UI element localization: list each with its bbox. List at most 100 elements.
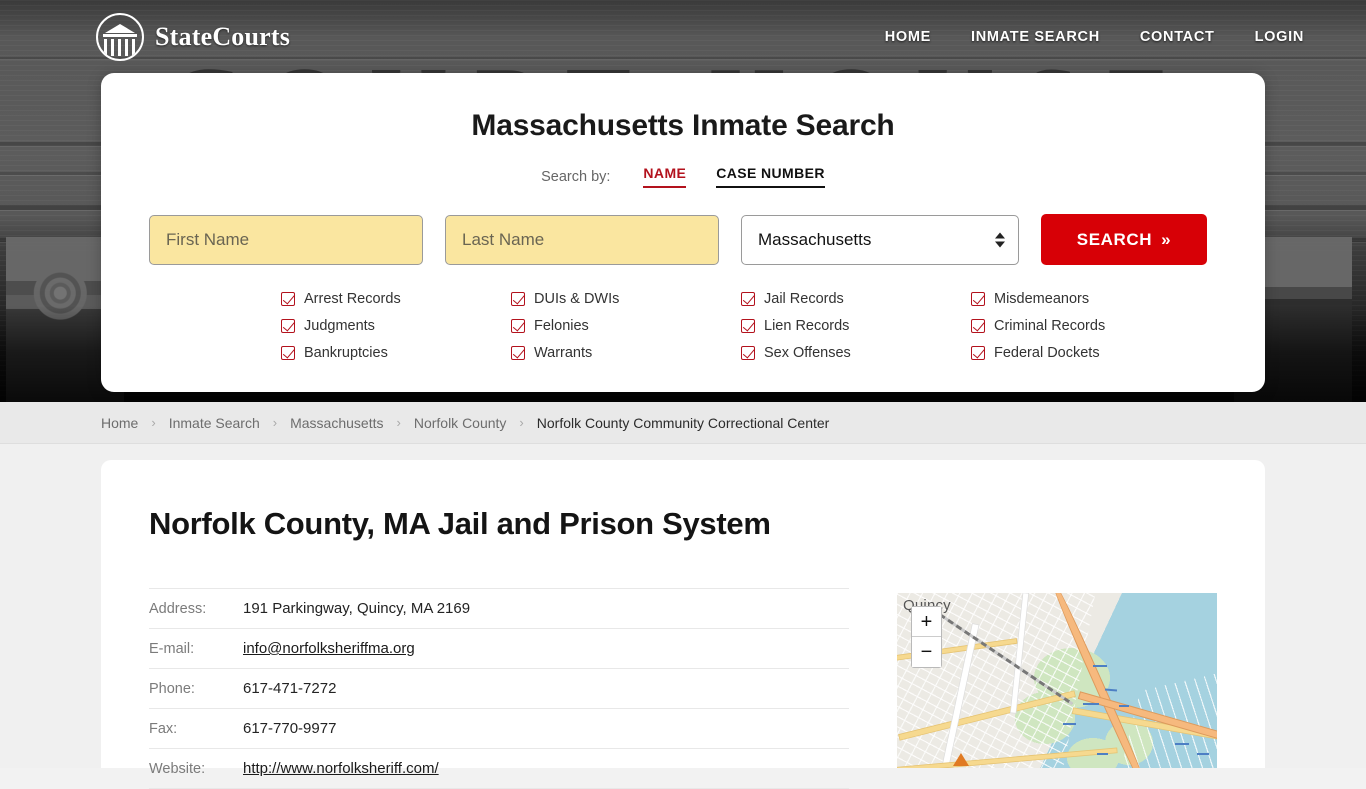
record-type-label: Federal Dockets [994,345,1100,361]
record-type-item[interactable]: Jail Records [741,291,971,307]
nav-item-contact[interactable]: CONTACT [1140,29,1215,45]
record-type-item[interactable]: Bankruptcies [281,345,511,361]
chevron-right-icon: › [396,415,401,430]
detail-value-address: 191 Parkingway, Quincy, MA 2169 [243,600,471,617]
record-type-item[interactable]: Sex Offenses [741,345,971,361]
breadcrumb-item-current: Norfolk County Community Correctional Ce… [536,414,830,431]
record-type-label: Arrest Records [304,291,401,307]
record-type-label: Judgments [304,318,375,334]
map-pier [1083,703,1099,705]
record-type-label: DUIs & DWIs [534,291,620,307]
record-type-label: Sex Offenses [764,345,851,361]
map-pier [1063,723,1076,725]
checkbox-checked-icon [971,319,985,333]
map-zoom-out-button[interactable]: − [912,637,941,667]
record-type-label: Criminal Records [994,318,1106,334]
chevron-right-icon: › [519,415,524,430]
detail-value-phone: 617-471-7272 [243,680,337,697]
double-chevron-right-icon: » [1161,229,1172,249]
page-title: Norfolk County, MA Jail and Prison Syste… [149,506,771,541]
record-type-label: Bankruptcies [304,345,388,361]
checkbox-checked-icon [281,346,295,360]
search-button[interactable]: SEARCH » [1041,214,1207,265]
state-select[interactable]: Massachusetts [741,214,1019,265]
checkbox-checked-icon [741,346,755,360]
map-zoom-in-button[interactable]: + [912,607,941,637]
checkbox-checked-icon [741,319,755,333]
detail-label-address: Address: [149,600,207,617]
table-row: Website: http://www.norfolksheriff.com/ [149,749,849,789]
main-nav: HOME INMATE SEARCH CONTACT LOGIN [885,29,1366,45]
record-type-label: Lien Records [764,318,850,334]
detail-label-fax: Fax: [149,720,178,737]
checkbox-checked-icon [971,346,985,360]
detail-label-website: Website: [149,760,206,777]
last-name-input[interactable] [445,214,719,265]
record-type-item[interactable]: Lien Records [741,318,971,334]
table-row: Address: 191 Parkingway, Quincy, MA 2169 [149,588,849,629]
record-type-item[interactable]: Misdemeanors [971,291,1201,307]
courthouse-circle-icon [96,12,144,61]
nav-item-login[interactable]: LOGIN [1255,29,1304,45]
detail-value-fax: 617-770-9977 [243,720,337,737]
state-select-wrapper: Massachusetts [741,214,1019,265]
detail-value-website: http://www.norfolksheriff.com/ [243,749,849,789]
breadcrumb-item-inmate-search[interactable]: Inmate Search [169,415,260,431]
table-row: Phone: 617-471-7272 [149,669,849,709]
record-type-item[interactable]: Warrants [511,345,741,361]
record-type-item[interactable]: Judgments [281,318,511,334]
breadcrumb-item-massachusetts[interactable]: Massachusetts [290,415,383,431]
checkbox-checked-icon [281,292,295,306]
record-type-item[interactable]: Federal Dockets [971,345,1201,361]
chevron-right-icon: › [151,415,156,430]
record-type-item[interactable]: Arrest Records [281,291,511,307]
brand-logo[interactable]: StateCourts [96,12,291,61]
map-zoom-controls: + − [911,606,942,668]
map-pier [1197,753,1209,755]
nav-item-home[interactable]: HOME [885,29,931,45]
detail-label-phone: Phone: [149,680,195,697]
record-type-label: Warrants [534,345,593,361]
tab-case-number[interactable]: CASE NUMBER [716,165,825,188]
record-type-item[interactable]: Felonies [511,318,741,334]
record-type-label: Felonies [534,318,589,334]
top-navigation-bar: StateCourts HOME INMATE SEARCH CONTACT L… [0,0,1366,73]
inmate-search-card: Massachusetts Inmate Search Search by: N… [101,73,1265,392]
search-button-label: SEARCH [1076,229,1153,249]
record-type-item[interactable]: Criminal Records [971,318,1201,334]
detail-label-email: E-mail: [149,640,195,657]
checkbox-checked-icon [741,292,755,306]
tab-name[interactable]: NAME [643,165,687,188]
map-pier [1119,705,1129,707]
map-marker-icon [953,753,969,766]
map-pier [1175,743,1189,745]
checkbox-checked-icon [281,319,295,333]
map-pier [1093,665,1107,667]
checkbox-checked-icon [971,292,985,306]
map-pier [1097,753,1108,755]
location-map[interactable]: Quincy + − [897,593,1217,768]
search-by-label: Search by: [541,169,611,185]
email-link[interactable]: info@norfolksheriffma.org [243,640,415,657]
table-row: Fax: 617-770-9977 [149,709,849,749]
search-form: Massachusetts SEARCH » [149,214,1217,265]
record-types-list: Arrest Records DUIs & DWIs Jail Records … [281,291,1201,361]
nav-item-inmate-search[interactable]: INMATE SEARCH [971,29,1100,45]
hero-banner: COURT HOUSE StateCourts HOME INMATE SEAR… [0,0,1366,402]
website-link[interactable]: http://www.norfolksheriff.com/ [243,760,439,777]
breadcrumb: Home › Inmate Search › Massachusetts › N… [0,402,1366,444]
chevron-right-icon: › [272,415,278,430]
search-card-title: Massachusetts Inmate Search [471,109,895,142]
record-type-label: Misdemeanors [994,291,1090,307]
detail-value-email: info@norfolksheriffma.org [243,629,849,669]
first-name-input[interactable] [149,214,423,265]
record-type-label: Jail Records [764,291,844,307]
brand-name: StateCourts [155,21,291,51]
search-by-row: Search by: NAME CASE NUMBER [149,165,1217,188]
table-row: E-mail: info@norfolksheriffma.org [149,629,849,669]
breadcrumb-item-norfolk-county[interactable]: Norfolk County [414,415,507,431]
facility-detail-table: Address: 191 Parkingway, Quincy, MA 2169… [149,588,849,789]
record-type-item[interactable]: DUIs & DWIs [511,291,741,307]
breadcrumb-item-home[interactable]: Home [101,415,138,431]
checkbox-checked-icon [511,346,525,360]
